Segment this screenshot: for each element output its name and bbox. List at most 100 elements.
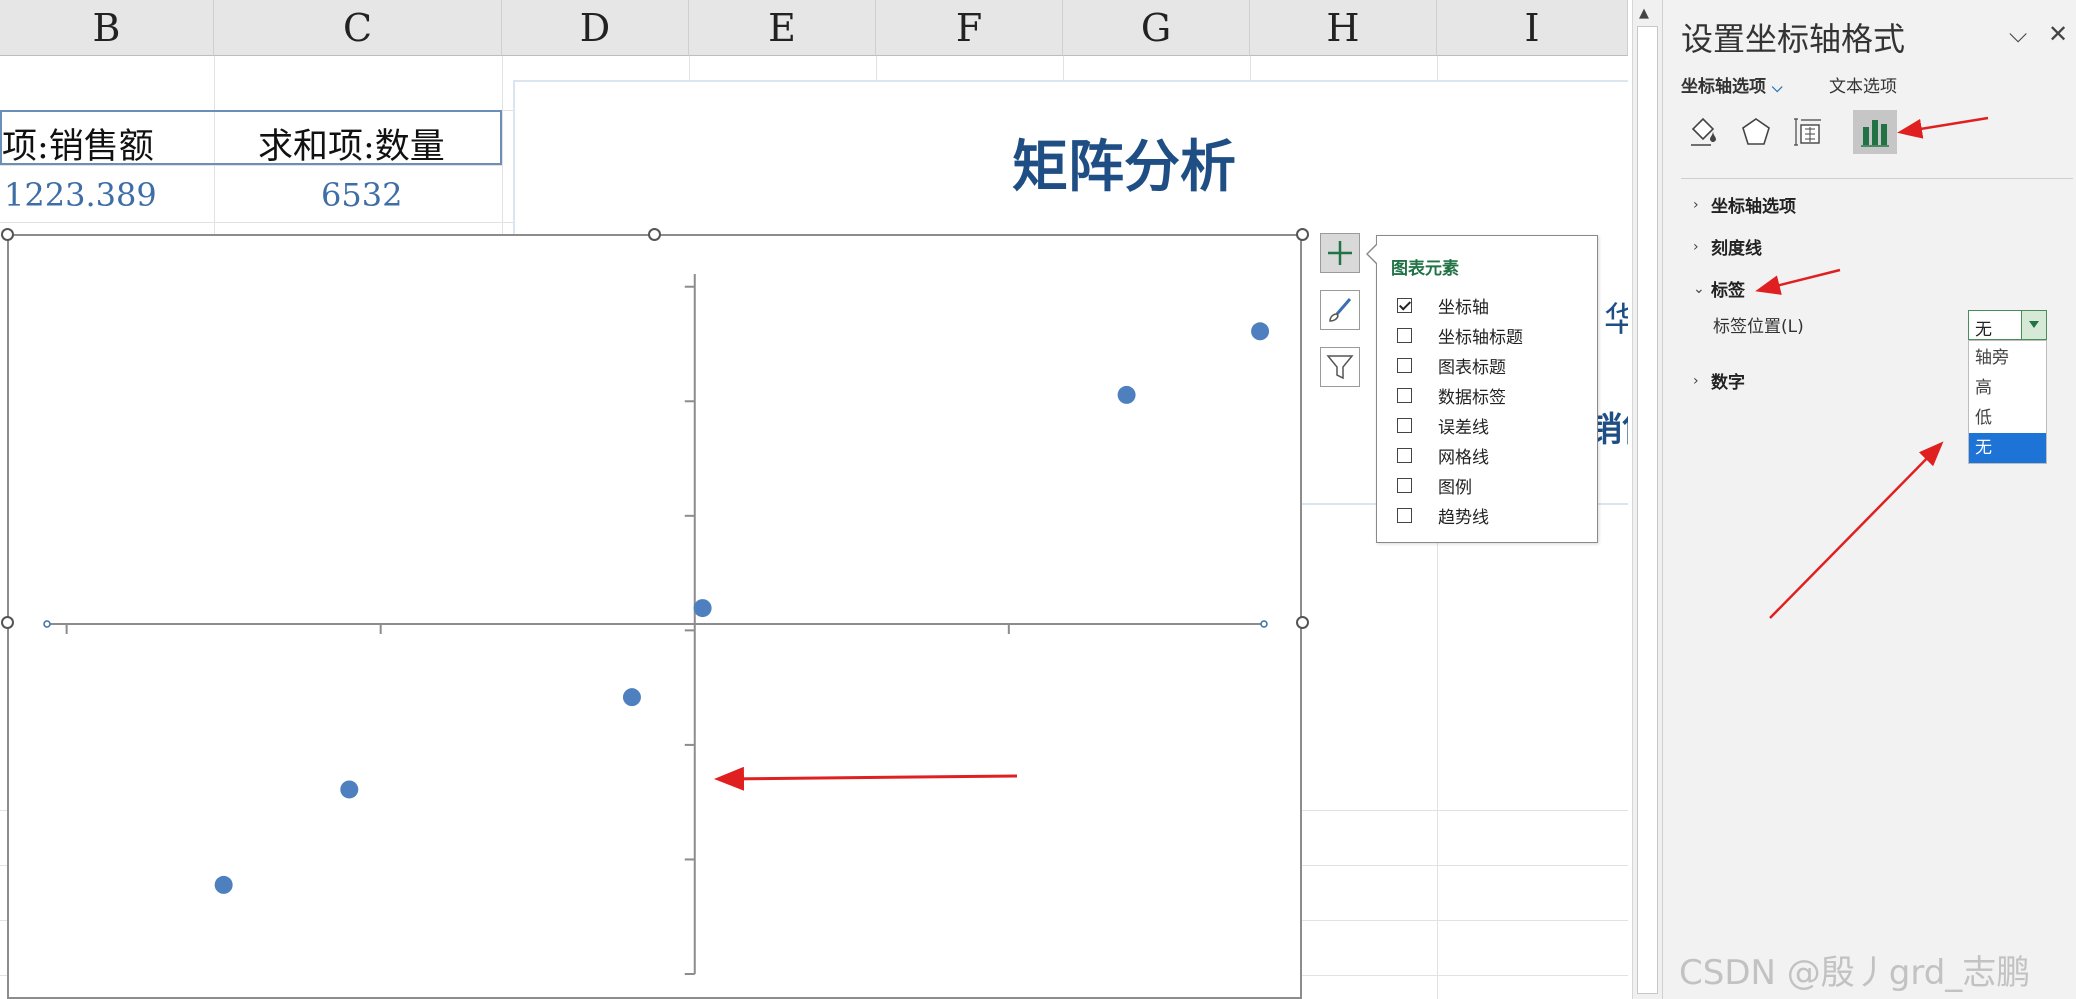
data-point bbox=[1251, 322, 1270, 341]
axis-options-icon[interactable] bbox=[1853, 110, 1897, 154]
pane-options-chevron-icon[interactable]: ⌵ bbox=[2009, 20, 2027, 48]
option-low[interactable]: 低 bbox=[1969, 403, 2046, 433]
vertical-scrollbar[interactable]: ▲ bbox=[1632, 0, 1662, 999]
close-icon[interactable]: ✕ bbox=[2048, 20, 2068, 48]
pivot-header-sales[interactable]: 项:销售额 bbox=[2, 118, 154, 169]
chart-elements-popup: 图表元素 坐标轴坐标轴标题图表标题数据标签误差线网格线图例趋势线 bbox=[1376, 235, 1598, 543]
column-header-e[interactable]: E bbox=[689, 0, 876, 56]
data-point bbox=[1117, 385, 1136, 404]
column-header-c[interactable]: C bbox=[214, 0, 502, 56]
section-label: 数字 bbox=[1711, 373, 1745, 393]
pivot-value-sales[interactable]: 1223.389 bbox=[4, 176, 157, 214]
checkbox[interactable] bbox=[1397, 298, 1412, 313]
chart-element-label: 坐标轴 bbox=[1438, 298, 1489, 318]
data-point bbox=[214, 875, 233, 894]
axis-end-handle bbox=[1260, 620, 1268, 628]
section-label: 标签 bbox=[1711, 281, 1745, 301]
scroll-up-icon[interactable]: ▲ bbox=[1639, 6, 1649, 21]
chart-element-item[interactable]: 坐标轴 bbox=[1397, 293, 1489, 318]
column-header-label: B bbox=[92, 5, 121, 50]
brush-icon bbox=[1329, 298, 1352, 322]
chart-element-label: 趋势线 bbox=[1438, 508, 1489, 528]
section-axis-options[interactable]: › 坐标轴选项 bbox=[1693, 192, 1796, 218]
partial-text: 华 bbox=[1604, 300, 1628, 340]
tab-text-options[interactable]: 文本选项 bbox=[1829, 72, 1897, 97]
chart-element-label: 坐标轴标题 bbox=[1438, 328, 1523, 348]
column-header-label: C bbox=[342, 5, 373, 50]
chevron-right-icon: › bbox=[1693, 238, 1699, 255]
resize-handle[interactable] bbox=[1, 228, 14, 241]
popup-pointer bbox=[1368, 244, 1378, 264]
column-header-h[interactable]: H bbox=[1250, 0, 1437, 56]
column-header-d[interactable]: D bbox=[502, 0, 689, 56]
chart-element-item[interactable]: 误差线 bbox=[1397, 413, 1489, 438]
column-header-label: E bbox=[768, 5, 796, 50]
resize-handle[interactable] bbox=[1296, 228, 1309, 241]
fill-line-icon[interactable] bbox=[1680, 110, 1724, 154]
data-point bbox=[693, 599, 712, 618]
chart-element-label: 误差线 bbox=[1438, 418, 1489, 438]
label-position-label: 标签位置(L) bbox=[1713, 317, 1804, 337]
checkbox[interactable] bbox=[1397, 328, 1412, 343]
effects-icon[interactable] bbox=[1734, 110, 1778, 154]
column-header-label: F bbox=[955, 5, 983, 50]
chart-element-item[interactable]: 趋势线 bbox=[1397, 503, 1489, 528]
column-header-g[interactable]: G bbox=[1063, 0, 1250, 56]
section-label: 刻度线 bbox=[1711, 239, 1762, 259]
chevron-down-icon: ⌵ bbox=[1771, 80, 1783, 96]
column-header-b[interactable]: B bbox=[0, 0, 214, 56]
pivot-header-quantity[interactable]: 求和项:数量 bbox=[258, 118, 445, 169]
resize-handle[interactable] bbox=[1296, 616, 1309, 629]
checkbox[interactable] bbox=[1397, 448, 1412, 463]
chart-element-item[interactable]: 坐标轴标题 bbox=[1397, 323, 1523, 348]
column-header-label: G bbox=[1140, 5, 1172, 50]
label-position-select[interactable]: 无 bbox=[1968, 310, 2047, 340]
chart-element-item[interactable]: 图例 bbox=[1397, 473, 1472, 498]
section-tick-marks[interactable]: › 刻度线 bbox=[1693, 234, 1762, 260]
option-high[interactable]: 高 bbox=[1969, 373, 2046, 403]
plus-icon bbox=[1328, 241, 1352, 265]
size-properties-icon[interactable] bbox=[1786, 110, 1830, 154]
data-point bbox=[622, 688, 641, 707]
tab-label: 坐标轴选项 bbox=[1681, 77, 1766, 97]
column-header-f[interactable]: F bbox=[876, 0, 1063, 56]
column-header-i[interactable]: I bbox=[1437, 0, 1628, 56]
column-header-label: H bbox=[1326, 5, 1360, 50]
chart-elements-title: 图表元素 bbox=[1391, 259, 1459, 279]
chart-filters-button[interactable] bbox=[1320, 347, 1360, 387]
column-header-label: D bbox=[579, 5, 611, 50]
option-next-to-axis[interactable]: 轴旁 bbox=[1969, 343, 2046, 373]
checkbox[interactable] bbox=[1397, 508, 1412, 523]
section-label: 坐标轴选项 bbox=[1711, 197, 1796, 217]
resize-handle[interactable] bbox=[1, 616, 14, 629]
axis-end-handle bbox=[43, 620, 51, 628]
data-point bbox=[340, 780, 359, 799]
pivot-value-quantity[interactable]: 6532 bbox=[321, 176, 402, 214]
option-none[interactable]: 无 bbox=[1969, 433, 2046, 463]
chart-element-label: 图例 bbox=[1438, 478, 1472, 498]
scrollbar-thumb[interactable] bbox=[1637, 26, 1658, 994]
checkbox[interactable] bbox=[1397, 358, 1412, 373]
chart-element-label: 数据标签 bbox=[1438, 388, 1506, 408]
chart-plot bbox=[43, 274, 1270, 975]
section-number[interactable]: › 数字 bbox=[1693, 368, 1745, 394]
scatter-chart[interactable] bbox=[7, 234, 1302, 999]
chart-element-label: 图表标题 bbox=[1438, 358, 1506, 378]
chart-elements-button[interactable] bbox=[1320, 233, 1360, 273]
label-position-value: 无 bbox=[1975, 320, 1992, 340]
pane-divider bbox=[1681, 178, 2073, 179]
label-position-options: 轴旁 高 低 无 bbox=[1968, 340, 2047, 464]
chart-element-item[interactable]: 网格线 bbox=[1397, 443, 1489, 468]
resize-handle[interactable] bbox=[648, 228, 661, 241]
chart-element-item[interactable]: 数据标签 bbox=[1397, 383, 1506, 408]
checkbox[interactable] bbox=[1397, 478, 1412, 493]
dropdown-arrow-icon[interactable] bbox=[2021, 311, 2046, 339]
checkbox[interactable] bbox=[1397, 388, 1412, 403]
checkbox[interactable] bbox=[1397, 418, 1412, 433]
chart-element-item[interactable]: 图表标题 bbox=[1397, 353, 1506, 378]
filter-icon bbox=[1326, 355, 1354, 380]
section-labels[interactable]: ⌄ 标签 bbox=[1693, 276, 1745, 302]
tab-axis-options[interactable]: 坐标轴选项 ⌵ bbox=[1681, 72, 1783, 97]
watermark: CSDN @殷丿grd_志鹏 bbox=[1679, 953, 2031, 993]
chart-styles-button[interactable] bbox=[1320, 290, 1360, 330]
